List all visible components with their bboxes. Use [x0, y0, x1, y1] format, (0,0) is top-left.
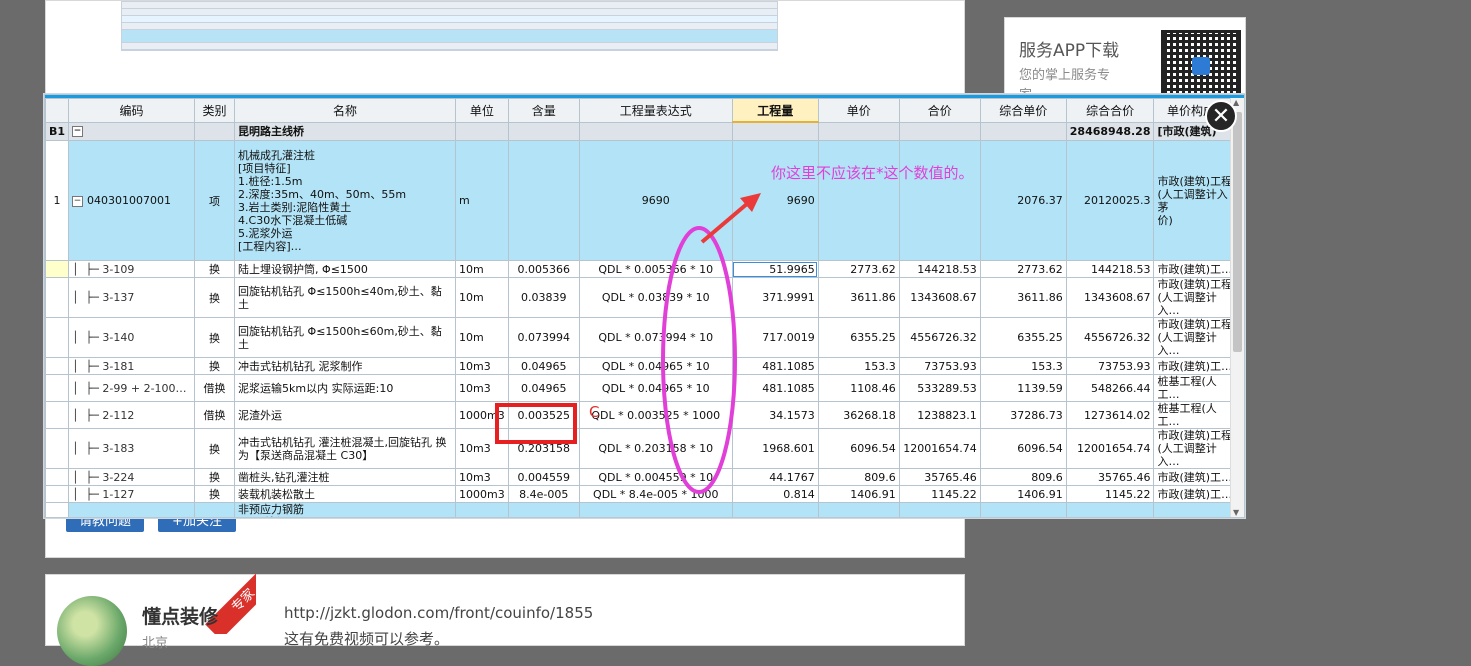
app-download-title: 服务APP下载: [1019, 41, 1120, 61]
collapse-icon[interactable]: −: [72, 195, 84, 207]
table-row-main[interactable]: 1 −040301007001 项 机械成孔灌注桩 [项目特征] 1.桩径:1.5m…: [45, 140, 1241, 261]
col-header[interactable]: 类别: [194, 98, 236, 123]
group-name: 昆明路主线桥: [234, 121, 457, 141]
app-download-card: 服务APP下载 您的掌上服务专 家: [1004, 17, 1246, 103]
table-row[interactable]: │ ├─ 3-137 换回旋钻机钻孔 Φ≤1500h≤40m,砂土、黏土 10m 0.…: [45, 277, 1241, 318]
col-header[interactable]: 综合单价: [979, 98, 1067, 123]
annotation-red-box: [495, 403, 577, 444]
col-header[interactable]: 单价: [817, 98, 900, 123]
group-row[interactable]: B1 − 昆明路主线桥 28468948.28 [市政(建筑): [45, 121, 1241, 141]
answer-user-location: 北京: [142, 636, 169, 651]
annotation-comment: 你这里不应该在*这个数值的。: [771, 164, 974, 182]
app-logo-icon: [1192, 57, 1210, 75]
group-total: 28468948.28: [1065, 121, 1155, 141]
col-header[interactable]: 编码: [68, 98, 196, 123]
budget-table: 编码 类别 名称 单位 含量 工程量表达式 工程量 单价 合价 综合单价 综合合…: [45, 98, 1241, 517]
col-header[interactable]: 单位: [455, 98, 509, 123]
table-row[interactable]: │ ├─ 3-224 换凿桩头,钻孔灌注桩 10m3 0.004559 QDL * 0.…: [45, 468, 1241, 486]
scrollbar-thumb[interactable]: [1233, 112, 1242, 352]
table-row[interactable]: │ ├─ 3-183 换冲击式钻机钻孔 灌注桩混凝土,回旋钻孔 换为【泵送商品混凝…: [45, 428, 1241, 469]
scroll-down-icon[interactable]: ▼: [1233, 508, 1239, 517]
app-download-subtitle: 您的掌上服务专: [1019, 68, 1111, 83]
table-row[interactable]: │ ├─ 2-99 + 2-100… 借换 泥浆运输5km以内 实际运距:10 10m…: [45, 374, 1241, 402]
image-viewer-modal: 编码 类别 名称 单位 含量 工程量表达式 工程量 单价 合价 综合单价 综合合…: [44, 94, 1245, 518]
table-row-next[interactable]: 非预应力钢筋[项目特征]1.材质:Φ10以外市政(建筑)工程: [45, 502, 1241, 517]
annotation-marker: C: [589, 403, 600, 421]
qr-code: [1161, 30, 1241, 100]
col-header[interactable]: 工程量表达式: [578, 98, 733, 123]
col-header-active[interactable]: 工程量: [731, 98, 819, 123]
col-header[interactable]: 含量: [507, 98, 580, 123]
vertical-scrollbar[interactable]: ▲ ▼: [1230, 98, 1244, 517]
table-row[interactable]: │ ├─ 1-127 换装载机装松散土 1000m3 8.4e-005 QDL * 8.…: [45, 485, 1241, 503]
main-row-name: 机械成孔灌注桩 [项目特征] 1.桩径:1.5m 2.深度:35m、40m、50m、5…: [234, 140, 457, 261]
question-image-thumbnail[interactable]: [121, 1, 778, 51]
table-row[interactable]: │ ├─ 2-112 借换 泥渣外运 1000m3 0.003525 QDL * 0.00…: [45, 401, 1241, 429]
col-header[interactable]: 名称: [234, 98, 457, 123]
col-header[interactable]: 合价: [898, 98, 981, 123]
main-row-composition: 市政(建筑)工程 (人工调整计入茅 价): [1153, 140, 1241, 261]
avatar[interactable]: [57, 596, 127, 666]
answer-user-name[interactable]: 懂点装修: [142, 602, 218, 629]
table-row[interactable]: │ ├─ 3-109 换陆上埋设钢护筒, Φ≤1500 10m 0.005366 QDL…: [45, 260, 1241, 278]
answer-text: 这有免费视频可以参考。: [284, 630, 450, 648]
table-row[interactable]: │ ├─ 3-181 换冲击式钻机钻孔 泥浆制作 10m3 0.04965 QDL * …: [45, 357, 1241, 375]
answer-link[interactable]: http://jzkt.glodon.com/front/couinfo/185…: [284, 604, 593, 622]
collapse-icon[interactable]: −: [72, 126, 84, 138]
col-header[interactable]: 综合合价: [1065, 98, 1155, 123]
table-header: 编码 类别 名称 单位 含量 工程量表达式 工程量 单价 合价 综合单价 综合合…: [45, 98, 1241, 123]
table-row[interactable]: │ ├─ 3-140 换回旋钻机钻孔 Φ≤1500h≤60m,砂土、黏土 10m 0.…: [45, 317, 1241, 358]
close-icon[interactable]: ✕: [1205, 100, 1237, 132]
